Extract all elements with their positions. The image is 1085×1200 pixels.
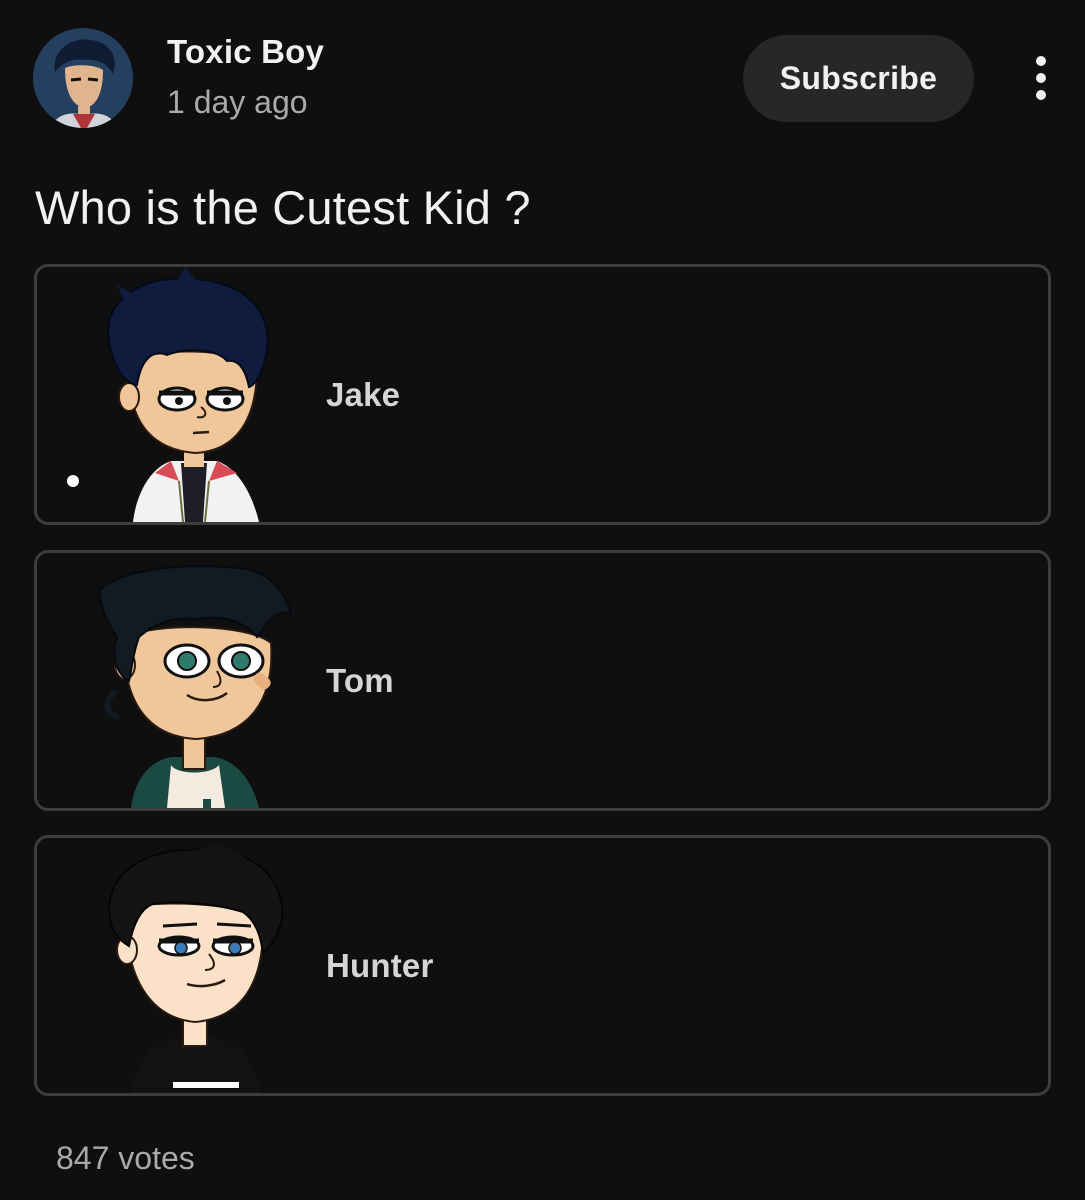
channel-name[interactable]: Toxic Boy (167, 33, 324, 71)
poll-option-hunter[interactable]: Hunter (34, 835, 1051, 1096)
poll-option-label: Jake (326, 376, 401, 413)
option-image-jake (67, 267, 307, 522)
poll-option-jake[interactable]: Jake (34, 264, 1051, 525)
avatar-image (33, 28, 133, 128)
option-image-hunter (67, 838, 307, 1093)
more-options-icon[interactable] (1018, 52, 1064, 104)
subscribe-button[interactable]: Subscribe (743, 35, 974, 122)
channel-avatar[interactable] (33, 28, 133, 128)
poll-option-label: Hunter (326, 947, 434, 984)
poll-question: Who is the Cutest Kid ? (35, 181, 531, 234)
poll-option-label: Tom (326, 662, 394, 699)
indicator-dot (67, 475, 79, 487)
vote-count: 847 votes (56, 1140, 195, 1176)
poll-option-tom[interactable]: Tom (34, 550, 1051, 811)
option-image-tom (67, 553, 307, 808)
post-timestamp: 1 day ago (167, 84, 308, 120)
community-poll-post: Toxic Boy 1 day ago Subscribe Who is the… (0, 0, 1085, 1200)
more-dot (1036, 56, 1046, 66)
more-dot (1036, 73, 1046, 83)
more-dot (1036, 90, 1046, 100)
